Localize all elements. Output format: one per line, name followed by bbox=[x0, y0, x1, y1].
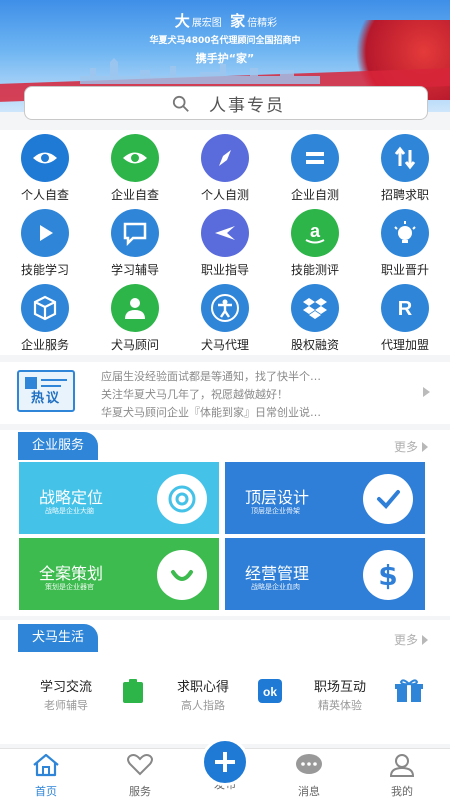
chevron-right-icon bbox=[422, 635, 428, 645]
grid-item-label: 职业晋升 bbox=[380, 263, 429, 277]
grid-item[interactable]: a 技能测评 bbox=[270, 205, 360, 277]
grid-item[interactable]: 个人自查 bbox=[0, 130, 90, 202]
grid-item-label: 个人自查 bbox=[20, 188, 69, 202]
publish-button[interactable] bbox=[201, 738, 249, 786]
grid-item-label: 股权融资 bbox=[290, 338, 339, 352]
grid-item[interactable]: 职业晋升 bbox=[360, 205, 450, 277]
life-item-job[interactable]: 求职心得 高人指路 bbox=[160, 676, 246, 716]
dropbox-icon bbox=[291, 284, 339, 332]
more-link[interactable]: 更多 bbox=[394, 438, 428, 455]
compass-icon bbox=[201, 134, 249, 182]
accessibility-icon bbox=[201, 284, 249, 332]
grid-item-label: 犬马顾问 bbox=[110, 338, 159, 352]
grid-item-label: 企业自查 bbox=[110, 188, 159, 202]
eye-icon bbox=[111, 134, 159, 182]
svg-text:ok: ok bbox=[263, 685, 277, 699]
letter-r-icon: R bbox=[381, 284, 429, 332]
eye-icon bbox=[21, 134, 69, 182]
grid-item-label: 招聘求职 bbox=[380, 188, 429, 202]
ok-icon[interactable]: ok bbox=[257, 678, 283, 704]
grid-item[interactable]: 技能学习 bbox=[0, 205, 90, 277]
grid-item-label: 犬马代理 bbox=[200, 338, 249, 352]
banner-headline: 大展宏图 家倍精彩 bbox=[174, 12, 278, 30]
card-operation[interactable]: 经营管理 战略是企业血肉 $ bbox=[225, 538, 425, 610]
banner-slogan: 携手护“家” bbox=[195, 52, 255, 65]
chevron-right-icon bbox=[422, 442, 428, 452]
dollar-icon: $ bbox=[363, 550, 413, 600]
grid-item[interactable]: 招聘求职 bbox=[360, 130, 450, 202]
cube-icon bbox=[21, 284, 69, 332]
section-tag-life: 犬马生活 bbox=[18, 624, 99, 652]
grid-item-label: 个人自测 bbox=[200, 188, 249, 202]
grid-item-label: 企业服务 bbox=[20, 338, 69, 352]
life-item-study[interactable]: 学习交流 老师辅导 bbox=[28, 676, 104, 716]
idea-icon bbox=[381, 209, 429, 257]
swap-arrows-icon bbox=[381, 134, 429, 182]
grid-item-label: 代理加盟 bbox=[380, 338, 429, 352]
grid-item-label: 学习辅导 bbox=[110, 263, 159, 277]
clipboard-icon[interactable] bbox=[120, 678, 146, 704]
grid-item[interactable]: 犬马顾问 bbox=[90, 280, 180, 352]
chevron-right-icon[interactable] bbox=[423, 387, 430, 397]
home-icon bbox=[33, 753, 59, 777]
target-icon bbox=[157, 474, 207, 524]
grid-item[interactable]: 股权融资 bbox=[270, 280, 360, 352]
card-full-planning[interactable]: 全案策划 策划是企业器官 bbox=[19, 538, 219, 610]
hot-topic-badge: 热议 bbox=[17, 370, 75, 412]
grid-item[interactable]: 个人自测 bbox=[180, 130, 270, 202]
news-line[interactable]: 关注华夏犬马几年了，祝愿越做越好！ bbox=[101, 386, 288, 402]
user-icon bbox=[389, 754, 415, 777]
chat-bubble-icon bbox=[296, 754, 322, 774]
search-bar[interactable]: 人事专员 bbox=[24, 86, 428, 120]
card-strategy[interactable]: 战略定位 战略是企业大脑 bbox=[19, 462, 219, 534]
grid-item[interactable]: 学习辅导 bbox=[90, 205, 180, 277]
play-icon bbox=[21, 209, 69, 257]
grid-item-label: 技能学习 bbox=[20, 263, 69, 277]
svg-text:a: a bbox=[310, 221, 321, 241]
grid-item-label: 技能测评 bbox=[290, 263, 339, 277]
svg-text:R: R bbox=[398, 298, 413, 320]
more-link[interactable]: 更多 bbox=[394, 631, 428, 648]
grid-item[interactable]: 犬马代理 bbox=[180, 280, 270, 352]
grid-item[interactable]: R 代理加盟 bbox=[360, 280, 450, 352]
heart-icon bbox=[127, 754, 153, 776]
grid-item-label: 职业指导 bbox=[200, 263, 249, 277]
enterprise-service-section: 企业服务 更多 战略定位 战略是企业大脑 顶层设计 顶层是企业骨架 全案策划 策… bbox=[0, 430, 450, 616]
tab-message[interactable]: 消息 bbox=[274, 753, 344, 799]
news-ticker[interactable]: 热议 应届生没经验面试都是等通知，找了快半个… 关注华夏犬马几年了，祝愿越做越好… bbox=[0, 362, 450, 424]
gift-icon[interactable] bbox=[394, 678, 424, 704]
card-top-design[interactable]: 顶层设计 顶层是企业骨架 bbox=[225, 462, 425, 534]
section-tag-enterprise: 企业服务 bbox=[18, 432, 99, 460]
grid-item[interactable]: 企业自查 bbox=[90, 130, 180, 202]
feature-grid: 个人自查 企业自查 个人自测 企业自测 招聘求职技能学习 学习辅导 职业指导 a 技能测评 职业晋… bbox=[0, 130, 450, 355]
smile-icon bbox=[157, 550, 207, 600]
search-icon bbox=[172, 95, 189, 112]
check-icon bbox=[363, 474, 413, 524]
tab-service[interactable]: 服务 bbox=[105, 753, 175, 799]
tab-home[interactable]: 首页 bbox=[11, 753, 81, 799]
grid-item-label: 企业自测 bbox=[290, 188, 339, 202]
life-item-workplace[interactable]: 职场互动 精英体验 bbox=[300, 676, 380, 716]
tab-mine[interactable]: 我的 bbox=[367, 753, 437, 799]
news-line[interactable]: 华夏犬马顾问企业『体能到家』日常创业说… bbox=[101, 404, 321, 420]
grid-item[interactable]: 职业指导 bbox=[180, 205, 270, 277]
grid-item[interactable]: 企业自测 bbox=[270, 130, 360, 202]
grid-item[interactable]: 企业服务 bbox=[0, 280, 90, 352]
chat-icon bbox=[111, 209, 159, 257]
amazon-icon: a bbox=[291, 209, 339, 257]
news-line[interactable]: 应届生没经验面试都是等通知，找了快半个… bbox=[101, 368, 321, 384]
person-icon bbox=[111, 284, 159, 332]
equals-icon bbox=[291, 134, 339, 182]
lightning-icon bbox=[201, 209, 249, 257]
plus-icon bbox=[215, 752, 235, 772]
banner-subline: 华夏犬马4800名代理顾问全国招商中 bbox=[149, 36, 301, 46]
search-placeholder: 人事专员 bbox=[209, 95, 285, 116]
